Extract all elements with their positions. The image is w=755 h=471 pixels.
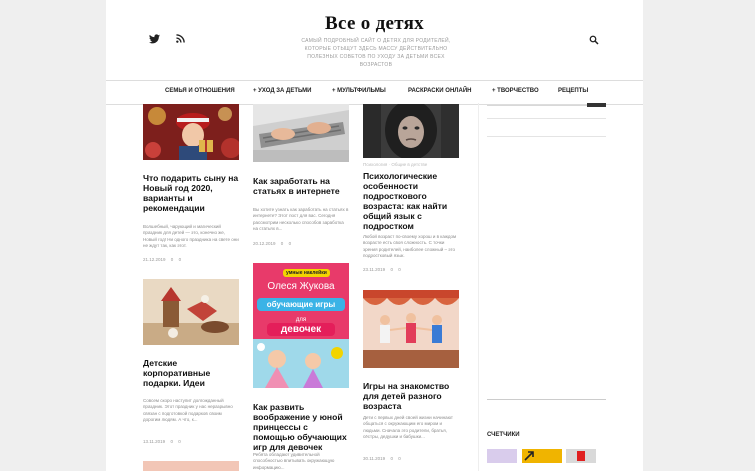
- counter-badge-1[interactable]: [487, 449, 517, 463]
- arrow-icon: [524, 451, 534, 461]
- nav-item-childcare[interactable]: + Уход за детьми: [253, 88, 311, 94]
- book-cover-title-line3: девочек: [267, 323, 335, 336]
- nav-item-recipes[interactable]: Рецепты: [558, 88, 588, 94]
- card-meta: 20.12.2019 0 0: [253, 241, 295, 246]
- twitter-icon[interactable]: [149, 34, 160, 44]
- card-category[interactable]: Психология · Общие в детстве: [363, 162, 427, 167]
- counter-badge-3-mark: [577, 451, 585, 461]
- card-title[interactable]: Психологические особенности подростковог…: [363, 171, 459, 231]
- card-excerpt: Дети с первых дней своей жизни начинают …: [363, 415, 453, 440]
- card-title[interactable]: Что подарить сыну на Новый год 2020, вар…: [143, 173, 239, 213]
- card-image-gifts[interactable]: [143, 279, 239, 345]
- page: Все о детях Самый подробный сайт о детях…: [106, 0, 643, 471]
- card-date: 20.12.2019: [253, 241, 276, 246]
- card-date: 21.12.2019: [143, 257, 166, 262]
- card-comments: 0: [170, 257, 174, 262]
- nav-item-family[interactable]: Семья и отношения: [165, 88, 235, 94]
- nav-item-coloring[interactable]: Раскраски онлайн: [408, 88, 471, 94]
- card-excerpt: Любой возраст по-своему хорош и в каждом…: [363, 234, 457, 259]
- book-cover-title-line1: обучающие игры: [257, 298, 345, 311]
- card-comments: 0: [390, 456, 393, 461]
- card-image-teen-girl[interactable]: [363, 104, 459, 158]
- card-likes: 0: [178, 439, 181, 444]
- site-title[interactable]: Все о детях: [106, 13, 643, 35]
- card-date: 23.11.2019: [363, 267, 386, 272]
- card-date: 13.11.2019: [143, 439, 166, 444]
- nav-item-creativity[interactable]: + Творчество: [492, 88, 539, 94]
- card-likes: 0: [398, 456, 401, 461]
- card-excerpt: Ребята обладают удивительной способность…: [253, 452, 335, 470]
- card-excerpt: Вы хотите узнать как заработать на стать…: [253, 207, 349, 232]
- site-tagline: Самый подробный сайт о детях для родител…: [301, 38, 451, 68]
- card-image-laptop[interactable]: [253, 104, 349, 162]
- card-meta: 21.12.2019 0 0: [143, 257, 185, 262]
- card-meta: 30.11.2019 0 0: [363, 456, 405, 461]
- rss-icon[interactable]: [176, 34, 185, 43]
- card-title[interactable]: Как заработать на статьях в интернете: [253, 176, 349, 196]
- card-excerpt: Волшебный, чарующий и магический праздни…: [143, 224, 239, 249]
- book-cover-author: Олеся Жукова: [267, 281, 335, 292]
- sidebar-divider-line: [487, 136, 606, 137]
- book-cover-sticker-label: умные наклейки: [283, 269, 330, 277]
- search-icon[interactable]: [589, 35, 599, 45]
- main-navigation: Семья и отношения + Уход за детьми + Мул…: [106, 80, 643, 105]
- card-comments: 0: [280, 241, 284, 246]
- card-meta: 23.11.2019 0 0: [363, 267, 405, 272]
- card-excerpt: Совсем скоро наступит долгожданный празд…: [143, 398, 233, 423]
- sidebar-counters-title: Счетчики: [487, 432, 520, 438]
- card-likes: 0: [398, 267, 401, 272]
- nav-item-cartoons[interactable]: + Мультфильмы: [332, 88, 386, 94]
- sidebar-divider: [478, 103, 479, 471]
- card-comments: 0: [170, 439, 173, 444]
- card-title[interactable]: Детские корпоративные подарки. Идеи: [143, 358, 239, 388]
- sidebar-divider-line: [487, 118, 606, 119]
- card-image-boy-gift[interactable]: [143, 104, 239, 160]
- card-title[interactable]: Игры на знакомство для детей разного воз…: [363, 381, 459, 411]
- card-likes: 0: [178, 257, 182, 262]
- sidebar-search-button[interactable]: [587, 103, 606, 107]
- card-image-book-cover[interactable]: умные наклейки Олеся Жукова обучающие иг…: [253, 263, 349, 388]
- card-image-next[interactable]: [143, 461, 239, 471]
- site-header: Все о детях Самый подробный сайт о детях…: [106, 0, 643, 80]
- sidebar-search-underline: [487, 105, 587, 106]
- card-title[interactable]: Как развить воображение у юной принцессы…: [253, 402, 349, 452]
- card-comments: 0: [390, 267, 393, 272]
- card-meta: 13.11.2019 0 0: [143, 439, 185, 444]
- card-image-kids-dancing[interactable]: [363, 290, 459, 368]
- card-date: 30.11.2019: [363, 456, 386, 461]
- sidebar-divider-line: [487, 399, 606, 400]
- card-likes: 0: [288, 241, 292, 246]
